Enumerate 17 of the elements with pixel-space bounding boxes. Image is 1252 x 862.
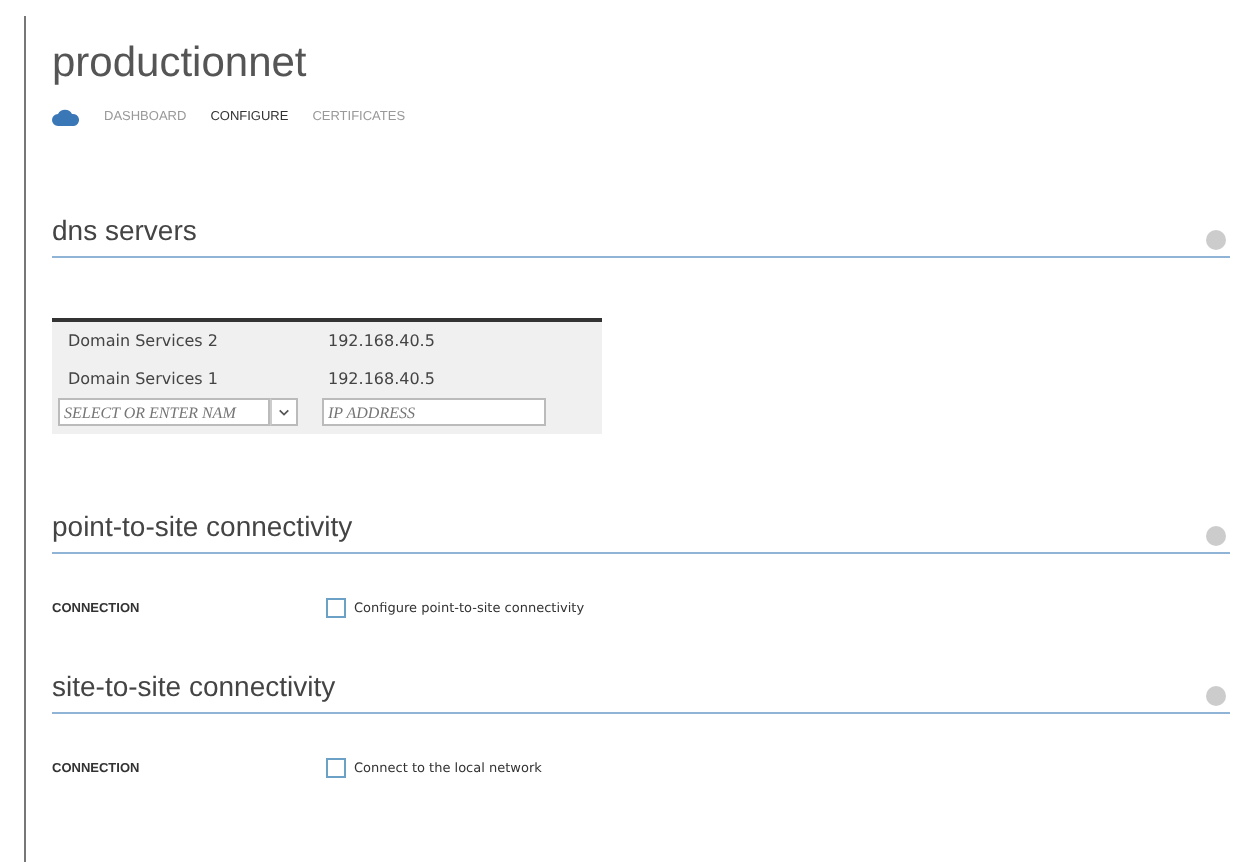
dropdown-button[interactable] (270, 398, 298, 426)
section-heading: dns servers (52, 214, 197, 246)
server-name: Domain Services 1 (68, 370, 220, 388)
help-icon[interactable] (1206, 230, 1226, 250)
checkbox[interactable] (326, 758, 346, 778)
page-title: productionnet (52, 40, 309, 88)
help-icon[interactable] (1206, 526, 1226, 546)
checkbox[interactable] (326, 598, 346, 618)
section-heading: site-to-site connectivity (52, 670, 336, 702)
cloud-icon (52, 108, 80, 126)
ip-address: 192.168.40.5 (328, 332, 437, 350)
server-name-field[interactable]: SELECT OR ENTER NAM (58, 398, 270, 426)
section-heading: point-to-site connectivity (52, 510, 353, 542)
server-name: Domain Services 2 (68, 332, 220, 350)
ip-address-field[interactable]: IP ADDRESS (322, 398, 546, 426)
help-icon[interactable] (1206, 686, 1226, 706)
ip-address: 192.168.40.5 (328, 370, 437, 388)
